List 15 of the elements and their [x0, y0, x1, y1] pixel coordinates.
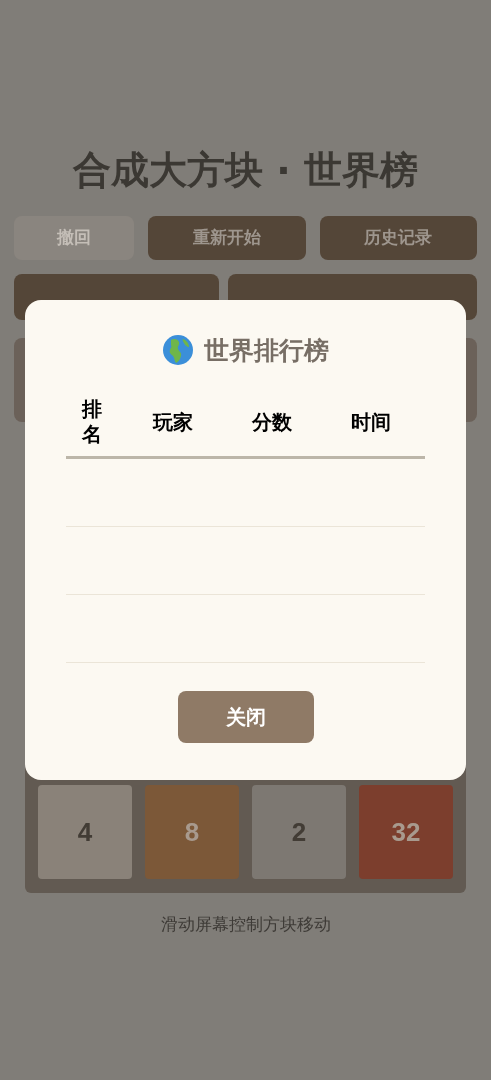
column-header: 排名: [82, 397, 102, 447]
column-header: 玩家: [153, 409, 193, 435]
number-tile: 4: [38, 785, 132, 879]
action-button[interactable]: 历史记录: [319, 216, 477, 260]
game-title: 合成大方块 · 世界榜: [73, 147, 418, 193]
column-header: 时间: [350, 409, 391, 435]
close-button[interactable]: 关闭: [177, 691, 314, 743]
number-tile: 2: [252, 785, 346, 879]
dialog-title: 世界排行榜: [204, 335, 329, 366]
action-button[interactable]: 重新开始: [148, 216, 306, 260]
column-header: 分数: [252, 409, 292, 435]
globe-icon: [162, 334, 194, 366]
swipe-hint: 滑动屏幕控制方块移动: [160, 914, 331, 936]
number-tile: 32: [359, 785, 453, 879]
number-tile: 8: [145, 785, 239, 879]
